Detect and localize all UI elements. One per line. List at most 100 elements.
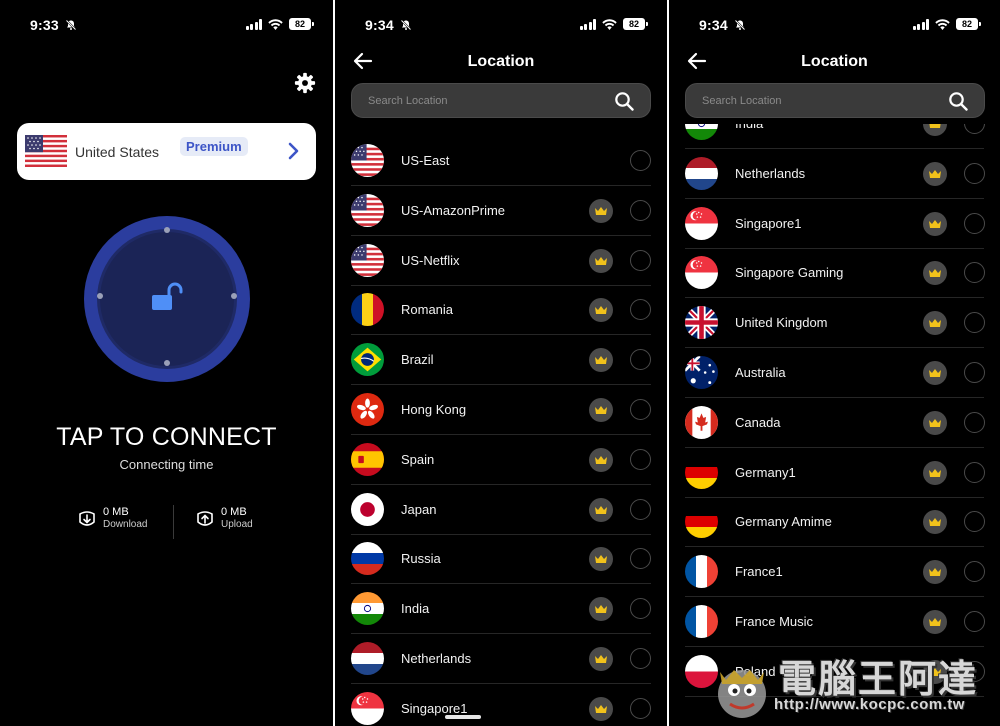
crown-icon: [923, 211, 947, 236]
search-input[interactable]: [368, 84, 598, 117]
location-radio[interactable]: [964, 611, 985, 632]
us-flag-icon: [351, 144, 384, 177]
location-radio[interactable]: [630, 648, 651, 669]
crown-icon: [923, 460, 947, 485]
upload-value: 0 MB: [221, 506, 247, 518]
location-radio[interactable]: [964, 212, 985, 234]
location-row[interactable]: Canada: [669, 398, 1000, 448]
location-radio[interactable]: [630, 498, 651, 520]
tap-to-connect-label: TAP TO CONNECT: [56, 423, 277, 451]
location-radio[interactable]: [964, 411, 985, 433]
cellular-signal-icon: [912, 18, 929, 30]
crown-icon: [589, 597, 613, 622]
connect-button[interactable]: [84, 216, 250, 382]
location-row[interactable]: Singapore1: [335, 684, 667, 726]
location-name: Singapore Gaming: [735, 265, 844, 281]
page-title: Location: [801, 53, 868, 70]
location-name: Russia: [401, 551, 441, 567]
location-row[interactable]: Brazil: [335, 335, 667, 386]
crown-icon: [589, 696, 613, 721]
mascot-logo-icon: [718, 670, 766, 718]
crown-icon: [923, 560, 947, 585]
wifi-icon: [935, 18, 950, 30]
location-row[interactable]: Singapore Gaming: [669, 248, 1000, 299]
cellular-signal-icon: [245, 18, 262, 30]
location-row[interactable]: Germany1: [669, 448, 1000, 498]
location-radio[interactable]: [964, 124, 985, 134]
location-radio[interactable]: [630, 299, 651, 321]
location-row[interactable]: Netherlands: [669, 149, 1000, 199]
location-radio[interactable]: [964, 362, 985, 383]
location-row[interactable]: Germany Amime: [669, 497, 1000, 548]
location-row[interactable]: Romania: [335, 285, 667, 336]
location-name: Singapore1: [401, 700, 468, 716]
search-input[interactable]: [702, 84, 932, 117]
location-radio[interactable]: [630, 199, 651, 221]
search-bar: [351, 83, 651, 118]
location-name: France Music: [735, 614, 814, 629]
location-radio[interactable]: [630, 349, 651, 371]
location-list: India Netherlands Singapore1 Singapore Gami…: [669, 124, 1000, 714]
location-radio[interactable]: [630, 448, 651, 470]
crown-icon: [923, 161, 947, 186]
crown-icon: [589, 198, 613, 223]
location-row[interactable]: Netherlands: [335, 634, 667, 684]
location-row[interactable]: US-East: [335, 136, 667, 186]
location-name: Hong Kong: [401, 402, 467, 417]
de-flag-icon: [685, 505, 718, 539]
location-row[interactable]: United Kingdom: [669, 298, 1000, 349]
location-radio[interactable]: [964, 312, 985, 334]
bell-muted-icon: [400, 19, 412, 31]
location-name: Spain: [401, 451, 435, 467]
location-radio[interactable]: [964, 162, 985, 184]
sg-flag-icon: [351, 691, 384, 725]
br-flag-icon: [351, 343, 384, 377]
crown-icon: [589, 398, 613, 422]
search-icon[interactable]: [614, 91, 634, 111]
gb-flag-icon: [685, 306, 718, 340]
location-radio[interactable]: [630, 399, 651, 420]
download-value: 0 MB: [103, 506, 129, 518]
location-row[interactable]: US-AmazonPrime: [335, 186, 667, 236]
selected-location-card[interactable]: United States Premium: [17, 123, 316, 180]
location-radio[interactable]: [630, 598, 651, 620]
location-radio[interactable]: [630, 249, 651, 271]
location-row[interactable]: Spain: [335, 435, 667, 485]
ca-flag-icon: [685, 405, 718, 439]
crown-icon: [589, 497, 613, 522]
ro-flag-icon: [351, 293, 384, 327]
chevron-right-icon: [288, 142, 299, 160]
location-radio[interactable]: [630, 548, 651, 570]
crown-icon: [923, 510, 947, 535]
wifi-icon: [602, 18, 617, 30]
location-radio[interactable]: [630, 150, 651, 171]
location-row[interactable]: Japan: [335, 485, 667, 535]
location-name: United Kingdom: [735, 315, 828, 331]
location-row[interactable]: Singapore1: [669, 199, 1000, 249]
battery-icon: 82: [289, 18, 314, 30]
jp-flag-icon: [351, 492, 384, 526]
search-icon[interactable]: [948, 91, 968, 111]
in-flag-icon: [685, 124, 718, 140]
location-radio[interactable]: [964, 561, 985, 583]
es-flag-icon: [351, 442, 384, 476]
location-radio[interactable]: [964, 461, 985, 483]
watermark-url: http://www.kocpc.com.tw: [774, 696, 965, 713]
location-name: Germany Amime: [735, 514, 832, 530]
location-row[interactable]: France1: [669, 547, 1000, 598]
location-row[interactable]: US-Netflix: [335, 236, 667, 286]
location-radio[interactable]: [964, 262, 985, 284]
location-row[interactable]: Russia: [335, 534, 667, 585]
location-radio[interactable]: [630, 697, 651, 719]
location-row[interactable]: India: [669, 124, 1000, 149]
location-radio[interactable]: [964, 511, 985, 533]
location-name: India: [401, 601, 430, 617]
gear-icon[interactable]: [294, 72, 316, 94]
location-name: Germany1: [735, 464, 796, 480]
fr-flag-icon: [685, 555, 718, 589]
location-row[interactable]: Hong Kong: [335, 385, 667, 435]
location-row[interactable]: Australia: [669, 348, 1000, 398]
location-row[interactable]: India: [335, 584, 667, 635]
premium-badge: Premium: [180, 137, 248, 156]
stat-divider: [173, 505, 174, 539]
